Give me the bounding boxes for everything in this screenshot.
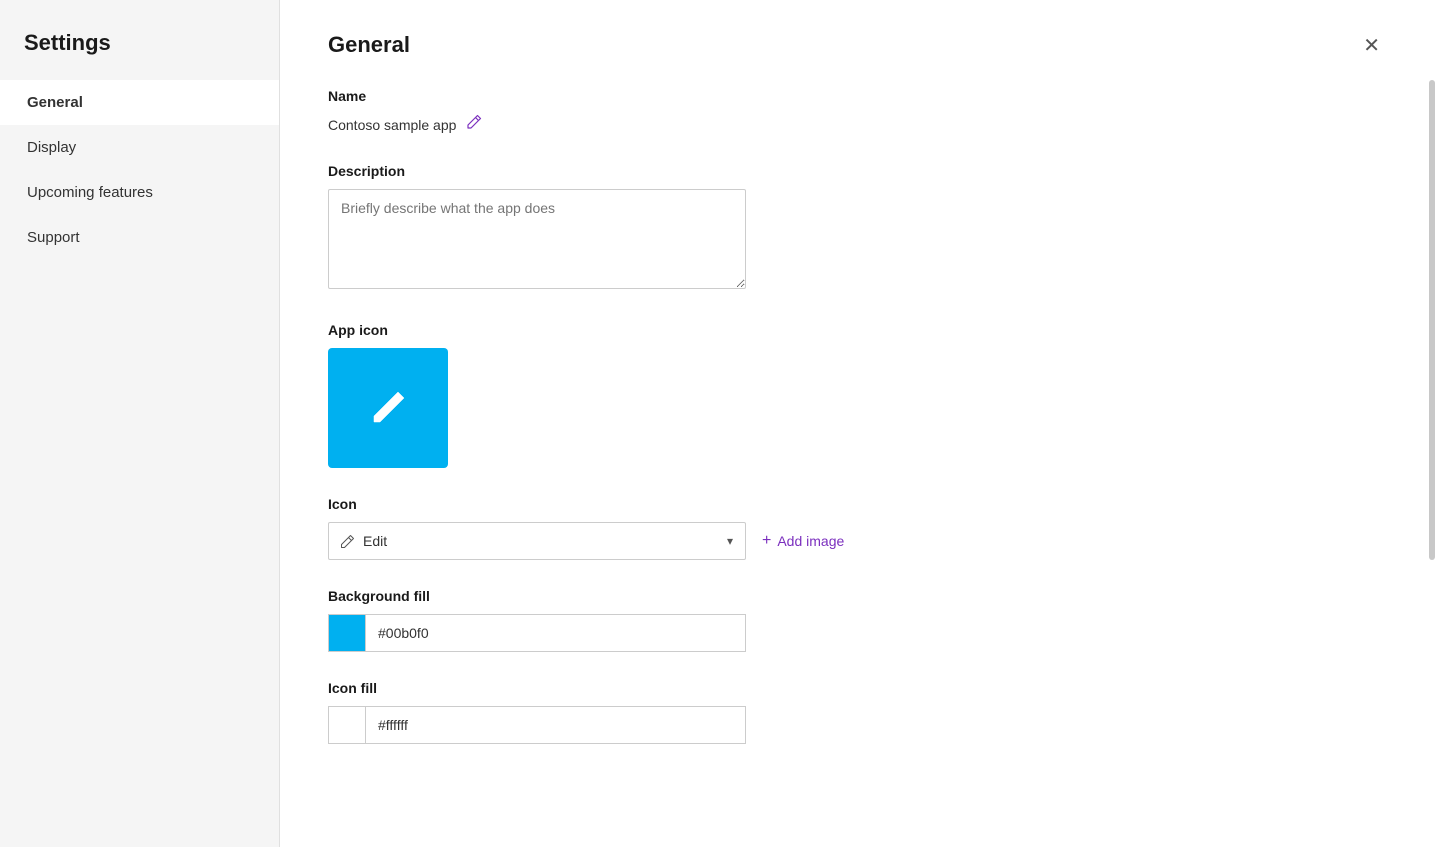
add-image-label: Add image (777, 533, 844, 549)
scrollbar-track (1428, 0, 1436, 847)
icon-row: Edit ▾ + Add image (328, 522, 1388, 560)
description-textarea[interactable] (328, 189, 746, 289)
icon-fill-section: Icon fill (328, 680, 1388, 744)
icon-section: Icon Edit ▾ + Add image (328, 496, 1388, 560)
main-header: General ✕ (328, 32, 1388, 60)
close-button[interactable]: ✕ (1355, 32, 1388, 60)
name-edit-icon[interactable] (466, 114, 482, 135)
sidebar-navigation: General Display Upcoming features Suppor… (0, 80, 279, 260)
icon-select-dropdown[interactable]: Edit ▾ (328, 522, 746, 560)
scrollbar-thumb[interactable] (1429, 80, 1435, 560)
sidebar-item-display[interactable]: Display (0, 125, 279, 170)
app-icon-label: App icon (328, 322, 1388, 338)
description-section: Description (328, 163, 1388, 294)
icon-select-left: Edit (341, 533, 387, 549)
background-fill-label: Background fill (328, 588, 1388, 604)
pencil-icon (341, 534, 355, 548)
app-icon-preview[interactable] (328, 348, 448, 468)
main-content: General ✕ Name Contoso sample app Descri… (280, 0, 1436, 847)
add-image-plus: + (762, 532, 771, 550)
name-row: Contoso sample app (328, 114, 1388, 135)
icon-fill-label: Icon fill (328, 680, 1388, 696)
icon-fill-row (328, 706, 1388, 744)
sidebar-item-upcoming-features[interactable]: Upcoming features (0, 170, 279, 215)
icon-label: Icon (328, 496, 1388, 512)
add-image-button[interactable]: + Add image (762, 532, 844, 550)
sidebar-item-support[interactable]: Support (0, 215, 279, 260)
description-label: Description (328, 163, 1388, 179)
background-fill-row (328, 614, 1388, 652)
sidebar-title: Settings (0, 20, 279, 80)
chevron-down-icon: ▾ (727, 534, 733, 548)
name-value: Contoso sample app (328, 117, 456, 133)
background-fill-section: Background fill (328, 588, 1388, 652)
sidebar: Settings General Display Upcoming featur… (0, 0, 280, 847)
name-section: Name Contoso sample app (328, 88, 1388, 135)
icon-select-value: Edit (363, 533, 387, 549)
main-wrapper: General ✕ Name Contoso sample app Descri… (280, 0, 1436, 847)
icon-fill-color-swatch[interactable] (328, 706, 366, 744)
sidebar-item-general[interactable]: General (0, 80, 279, 125)
name-label: Name (328, 88, 1388, 104)
icon-fill-color-input[interactable] (366, 706, 746, 744)
background-color-swatch[interactable] (328, 614, 366, 652)
page-title: General (328, 32, 410, 58)
background-color-input[interactable] (366, 614, 746, 652)
app-icon-section: App icon (328, 322, 1388, 468)
